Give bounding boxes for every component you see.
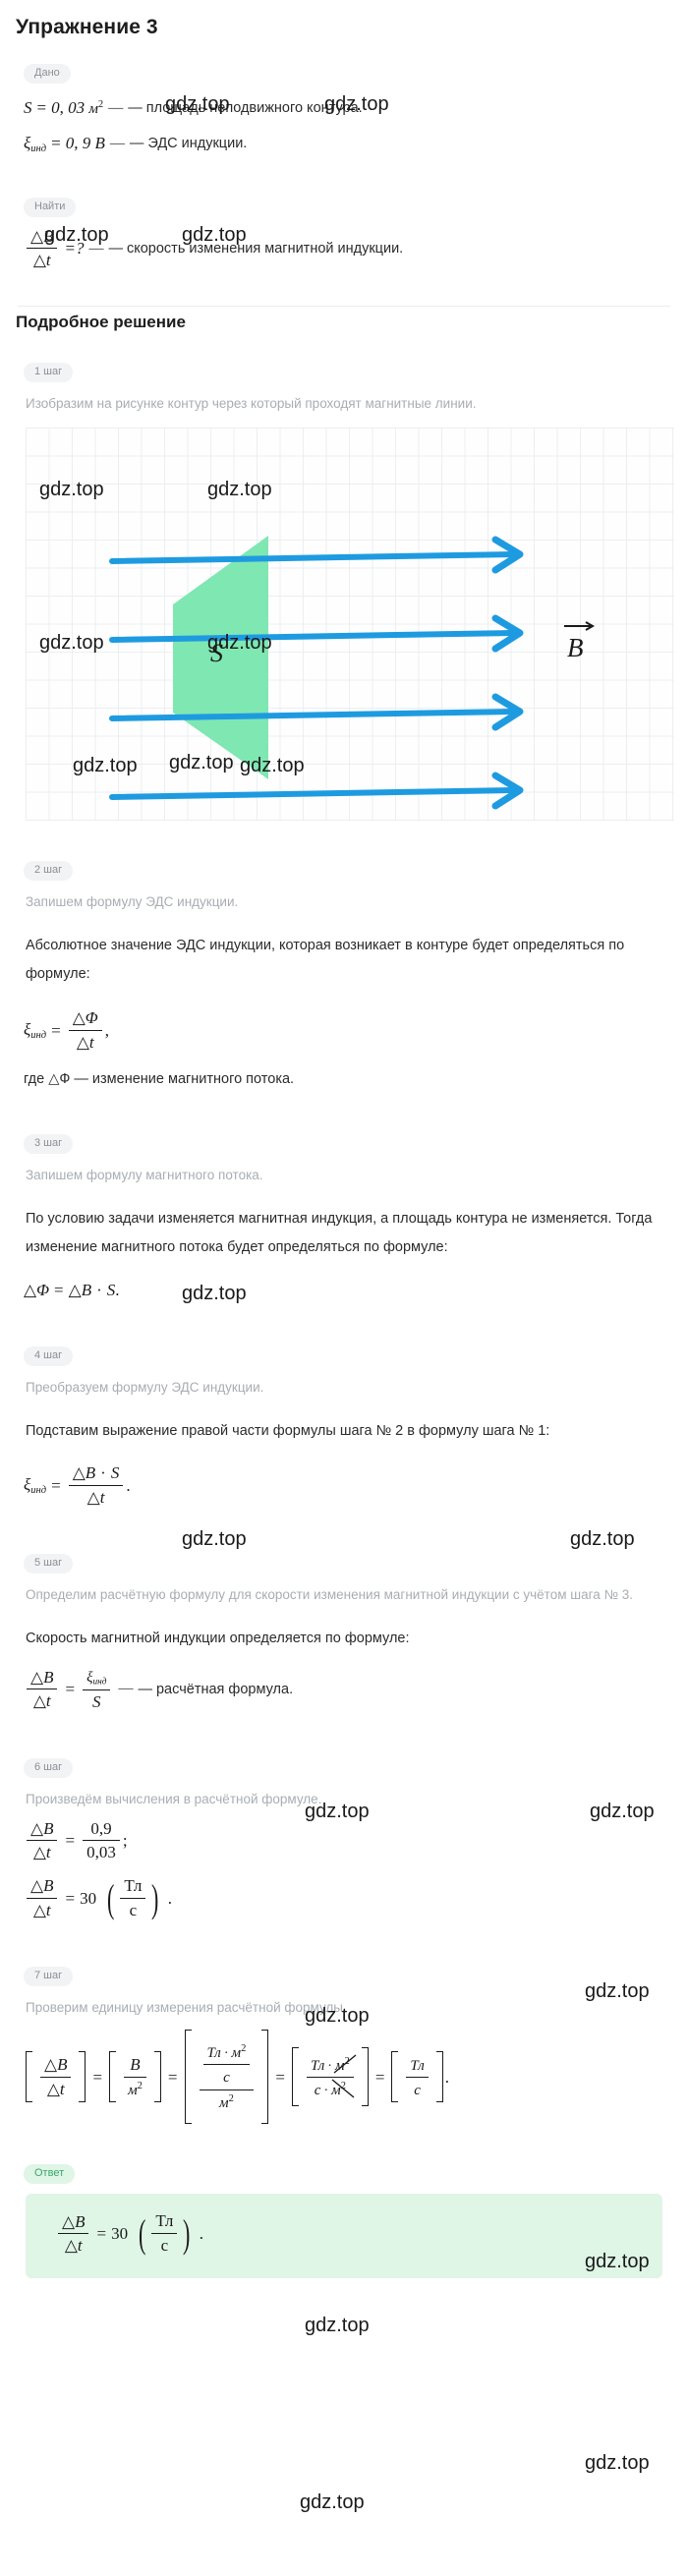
given-emf-text: — ЭДС индукции. — [129, 136, 248, 152]
cancel-stroke-numerator — [333, 2054, 357, 2074]
field-line-4 — [109, 787, 515, 801]
step-3-formula: △ Φ = △ B · S. — [24, 1280, 120, 1299]
step-2-note: Запишем формулу ЭДС индукции. — [26, 894, 239, 910]
vector-b-label: B — [564, 621, 596, 662]
given-area-math: S = 0, 03 м2 — [24, 98, 104, 117]
step-1-note: Изобразим на рисунке контур через которы… — [26, 395, 477, 411]
step-4-formula: ξинд = △B · S △t . — [24, 1463, 131, 1507]
watermark: gdz.top — [585, 2452, 650, 2474]
step-4-text: Подставим выражение правой части формулы… — [26, 1423, 550, 1440]
find-fraction: △B △t — [27, 227, 58, 270]
unit-den: с — [129, 1901, 138, 1920]
step-1: 1 шаг Изобразим на рисунке контур через … — [10, 334, 678, 829]
step-3-text: По условию задачи изменяется магнитная и… — [26, 1210, 653, 1255]
unit-second: с — [414, 2082, 421, 2098]
unit-bracket-5: Тл с — [389, 2050, 444, 2104]
unit-num: Тл — [155, 2211, 174, 2231]
step-7-badge: 7 шаг — [24, 1967, 74, 1987]
svg-text:B: B — [567, 633, 584, 662]
given-block: Дано S = 0, 03 м2 — — площадь неподвижного… — [10, 43, 678, 173]
unit-bracket-1: △B △t — [24, 2051, 87, 2103]
step-2-text: Абсолютное значение ЭДС индукции, котора… — [26, 938, 625, 983]
step-4: 4 шаг Преобразуем формулу ЭДС индукции. … — [10, 1318, 678, 1524]
step-2-badge: 2 шаг — [24, 861, 74, 882]
unit-volt: В — [130, 2054, 141, 2074]
solution-page: Упражнение 3 Дано S = 0, 03 м2 — — площадь… — [0, 0, 688, 2513]
step-7-note: Проверим единицу измерения расчётной фор… — [26, 2000, 347, 2016]
given-item-emf: ξинд = 0, 9 B — — ЭДС индукции. — [24, 133, 248, 154]
figure-svg: S B — [109, 536, 596, 810]
step-3: 3 шаг Запишем формулу магнитного потока.… — [10, 1106, 678, 1319]
step-2-after: где △Ф — изменение магнитного потока. — [24, 1070, 670, 1088]
find-text: — скорость изменения магнитной индукции. — [108, 240, 404, 257]
step-5-formula: △B △t = ξинд S — — расчётная формула. — [24, 1667, 670, 1712]
step-2: 2 шаг Запишем формулу ЭДС индукции. Абсо… — [10, 829, 678, 1105]
step-5-formula-tail: — расчётная формула. — [138, 1681, 294, 1697]
step-5-note: Определим расчётную формулу для скорости… — [26, 1586, 633, 1602]
watermark: gdz.top — [305, 2315, 370, 2336]
step-4-note: Преобразуем формулу ЭДС индукции. — [26, 1380, 264, 1396]
step-3-badge: 3 шаг — [24, 1133, 74, 1154]
magnetic-flux-figure: S B gdz.top gdz.top gdz.top gdz.top gdz.… — [26, 428, 674, 822]
step-2-after-text: где △Ф — изменение магнитного потока. — [24, 1070, 295, 1087]
field-line-1 — [109, 551, 515, 565]
solution-header: Подробное решение — [16, 312, 186, 331]
step-6-formula-1: △B △t = 0,9 0,03 ; — [24, 1819, 670, 1862]
given-emf-math: ξинд = 0, 9 B — [24, 133, 105, 154]
find-badge: Найти — [24, 197, 77, 217]
find-block: Найти △B △t =? — — скорость изменения ма… — [10, 173, 678, 288]
answer-result-value: 30 — [111, 2224, 129, 2244]
unit-tesla: Тл — [206, 2045, 221, 2061]
unit-den: с — [160, 2236, 169, 2256]
unit-tesla: Тл — [310, 2057, 325, 2074]
step-5: 5 шаг Определим расчётную формулу для ск… — [10, 1525, 678, 1730]
result-value: 30 — [80, 1888, 97, 1908]
step-2-formula: ξинд = △Φ △t , — [24, 1008, 109, 1052]
page-title: Упражнение 3 — [16, 16, 158, 38]
answer-box: △B △t = 30 ( Тл с ) . — [26, 2194, 662, 2278]
step-3-note: Запишем формулу магнитного потока. — [26, 1167, 263, 1182]
step-1-badge: 1 шаг — [24, 362, 74, 382]
unit-second: с — [223, 2070, 230, 2087]
step-6-formula-2: △B △t = 30 ( Тл с ) . — [24, 1876, 670, 1920]
unit-meter: м — [219, 2094, 229, 2111]
unit-meter: м — [231, 2045, 242, 2061]
step-5-badge: 5 шаг — [24, 1553, 74, 1574]
given-area-text: — площадь неподвижного контура. — [128, 99, 363, 116]
cancel-stroke-denominator — [331, 2079, 355, 2098]
step-5-text: Скорость магнитной индукции определяется… — [26, 1630, 410, 1646]
answer-block: Ответ △B △t = 30 ( Тл с ) . — [10, 2142, 678, 2281]
given-item-area: S = 0, 03 м2 — — площадь неподвижного конт… — [24, 98, 363, 117]
given-badge: Дано — [24, 64, 71, 84]
area-value: 0,03 — [86, 1843, 116, 1862]
emf-value: 0,9 — [90, 1818, 112, 1838]
field-line-2 — [109, 630, 515, 644]
step-4-badge: 4 шаг — [24, 1346, 74, 1367]
area-label: S — [210, 639, 223, 667]
unit-bracket-4: Тл·м2 с·м2 — [290, 2047, 371, 2107]
answer-formula: △B △t = 30 ( Тл с ) . — [55, 2211, 643, 2256]
unit-tesla: Тл — [410, 2057, 425, 2074]
watermark: gdz.top — [300, 2491, 365, 2513]
unit-bracket-3: Тл · м2 с м2 — [183, 2030, 271, 2125]
step-6-note: Произведём вычисления в расчётной формул… — [26, 1791, 322, 1806]
step-7: 7 шаг Проверим единицу измерения расчётн… — [10, 1938, 678, 2142]
find-item: △B △t =? — — скорость изменения магнитно… — [24, 227, 670, 270]
answer-badge: Ответ — [24, 2164, 76, 2185]
unit-bracket-2: В м2 — [107, 2050, 163, 2103]
step-7-formula: △B △t = В м2 = Тл · м2 с м2 = Тл · м с ·… — [24, 2030, 670, 2125]
unit-meter: м — [128, 2082, 138, 2098]
step-6: 6 шаг Произведём вычисления в расчётной … — [10, 1730, 678, 1939]
unit-num: Тл — [124, 1875, 143, 1895]
field-line-3 — [109, 709, 515, 722]
step-6-badge: 6 шаг — [24, 1757, 74, 1778]
